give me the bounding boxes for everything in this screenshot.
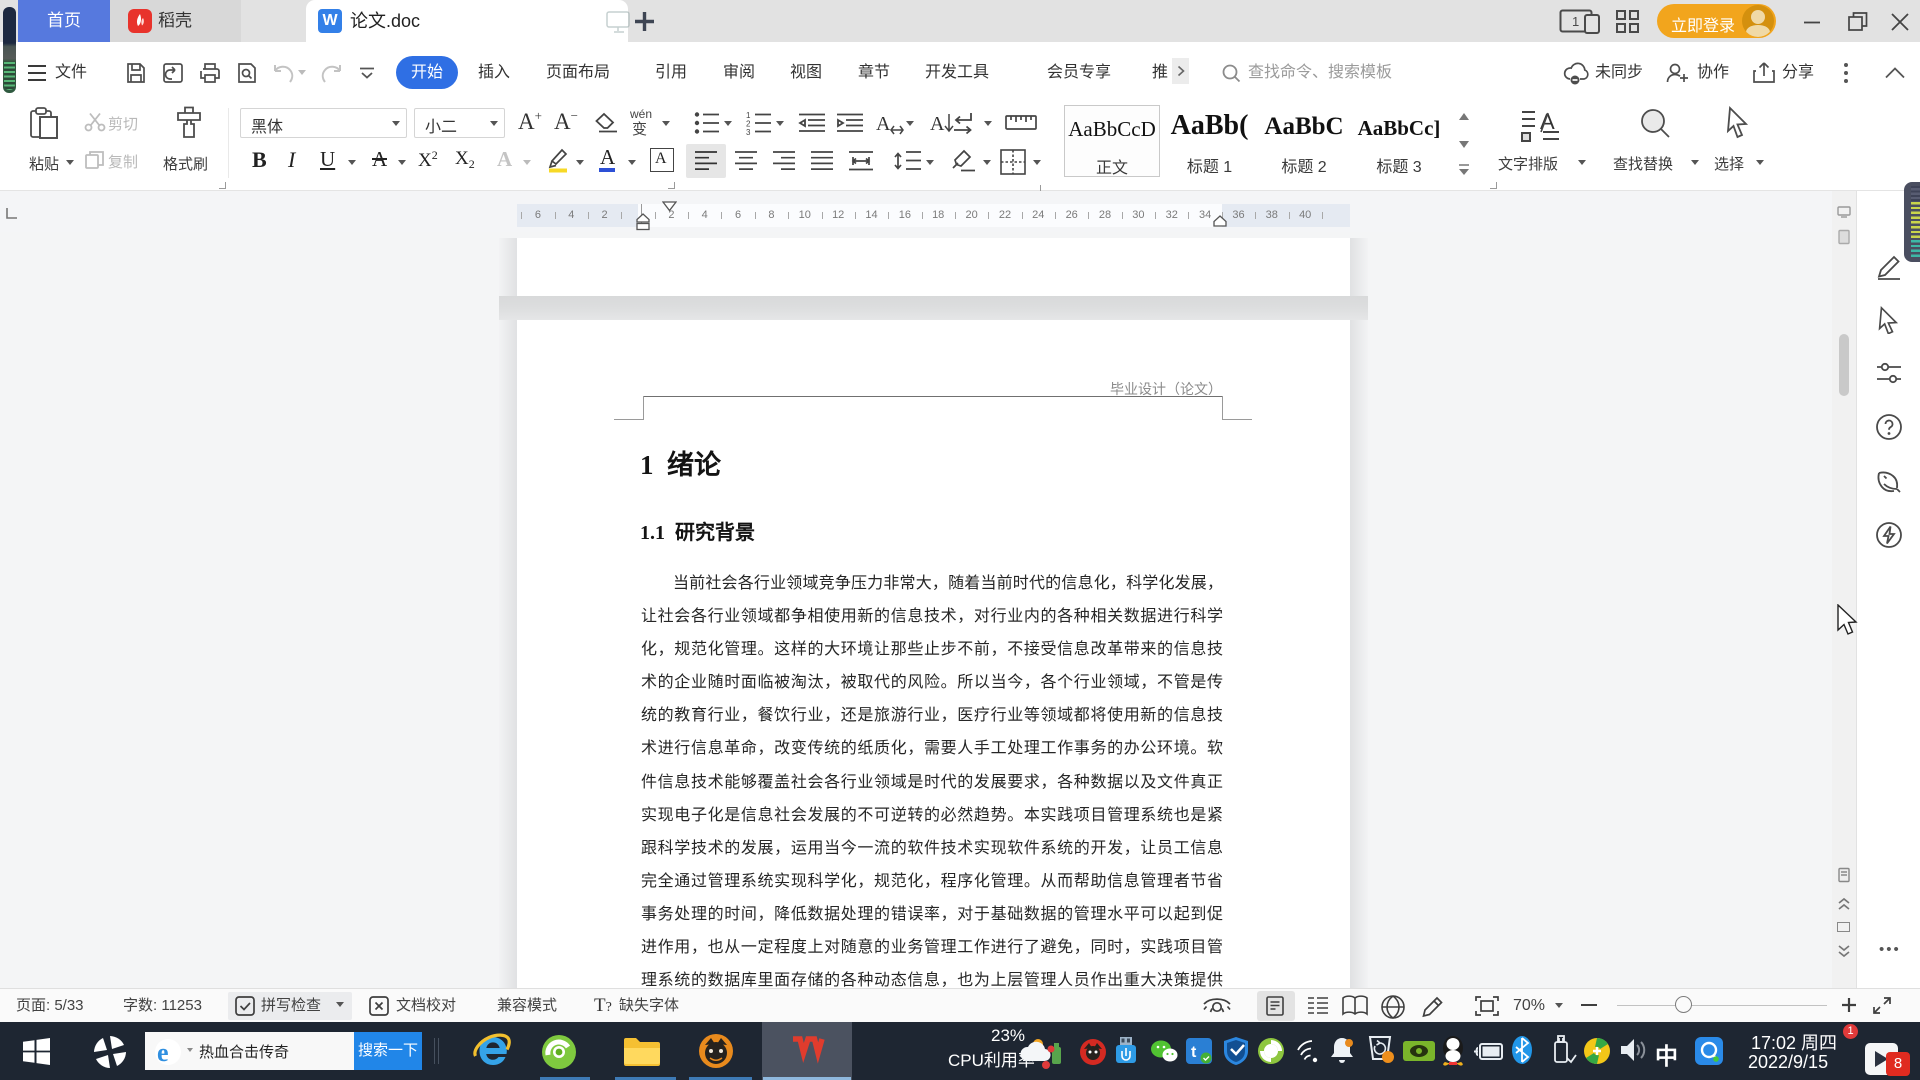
svg-text:A: A [930, 113, 945, 135]
svg-text:1: 1 [1572, 14, 1579, 29]
svg-text:A: A [876, 113, 891, 135]
svg-text:t: t [1191, 1044, 1197, 1061]
svg-text:3: 3 [746, 128, 751, 135]
svg-text:e: e [157, 1038, 169, 1067]
